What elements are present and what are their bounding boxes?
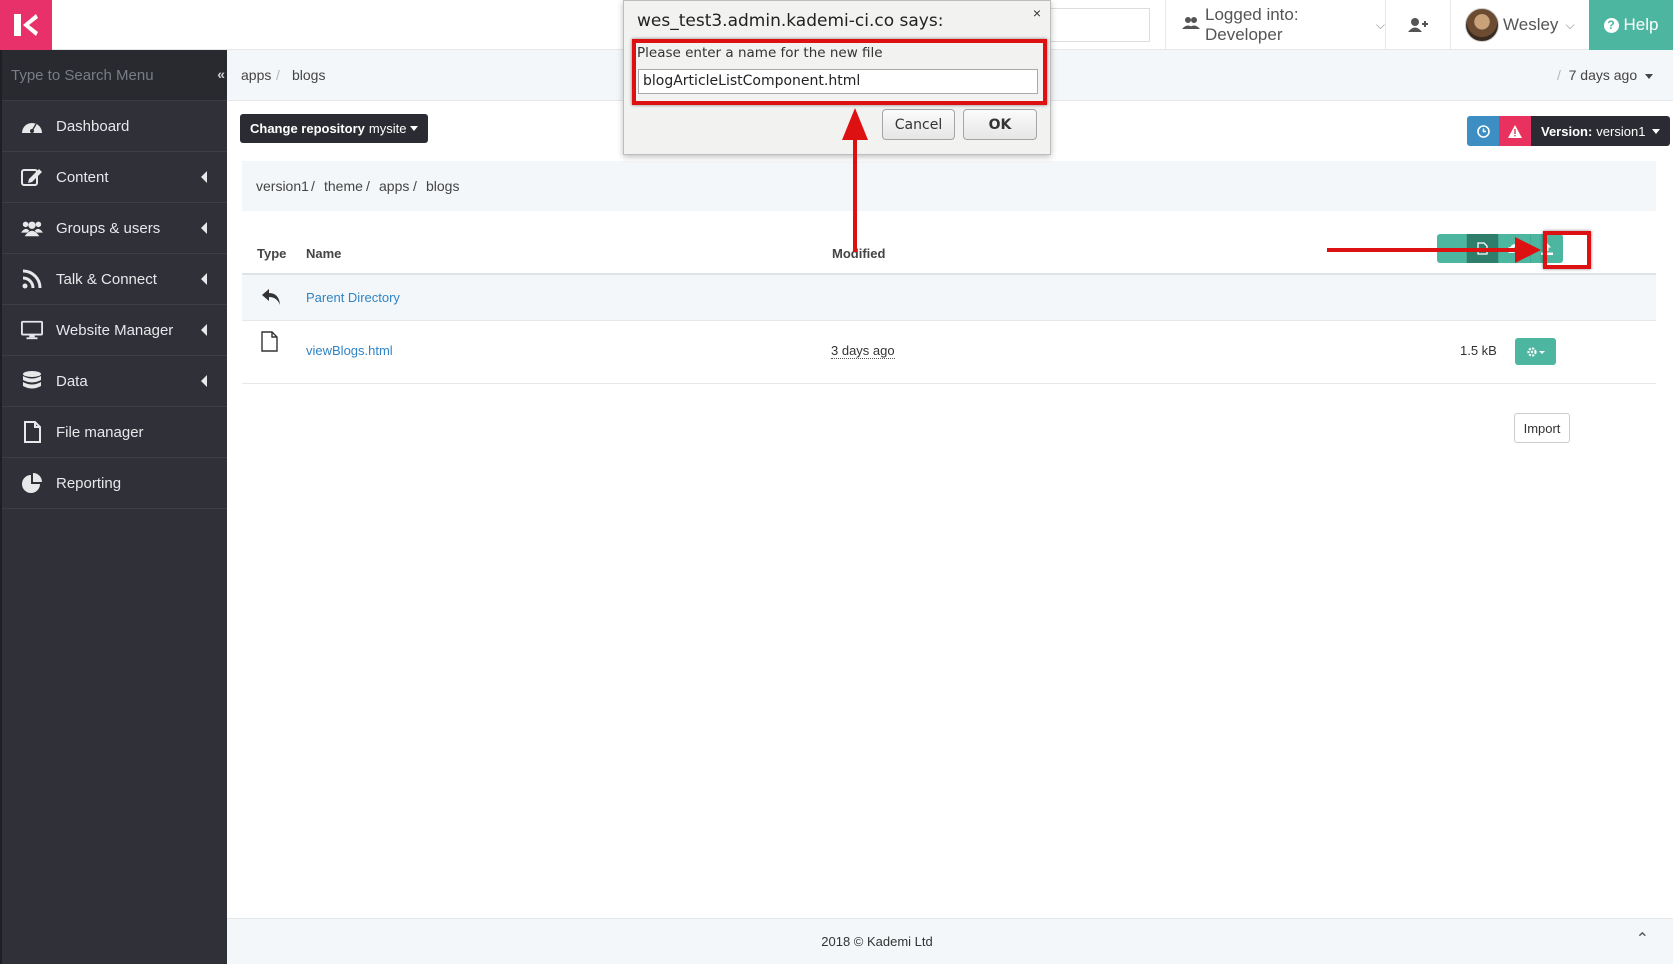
annotation-arrow-up <box>842 108 868 252</box>
annotation-arrows <box>842 108 1541 263</box>
annotation-arrow-right <box>1327 237 1541 263</box>
